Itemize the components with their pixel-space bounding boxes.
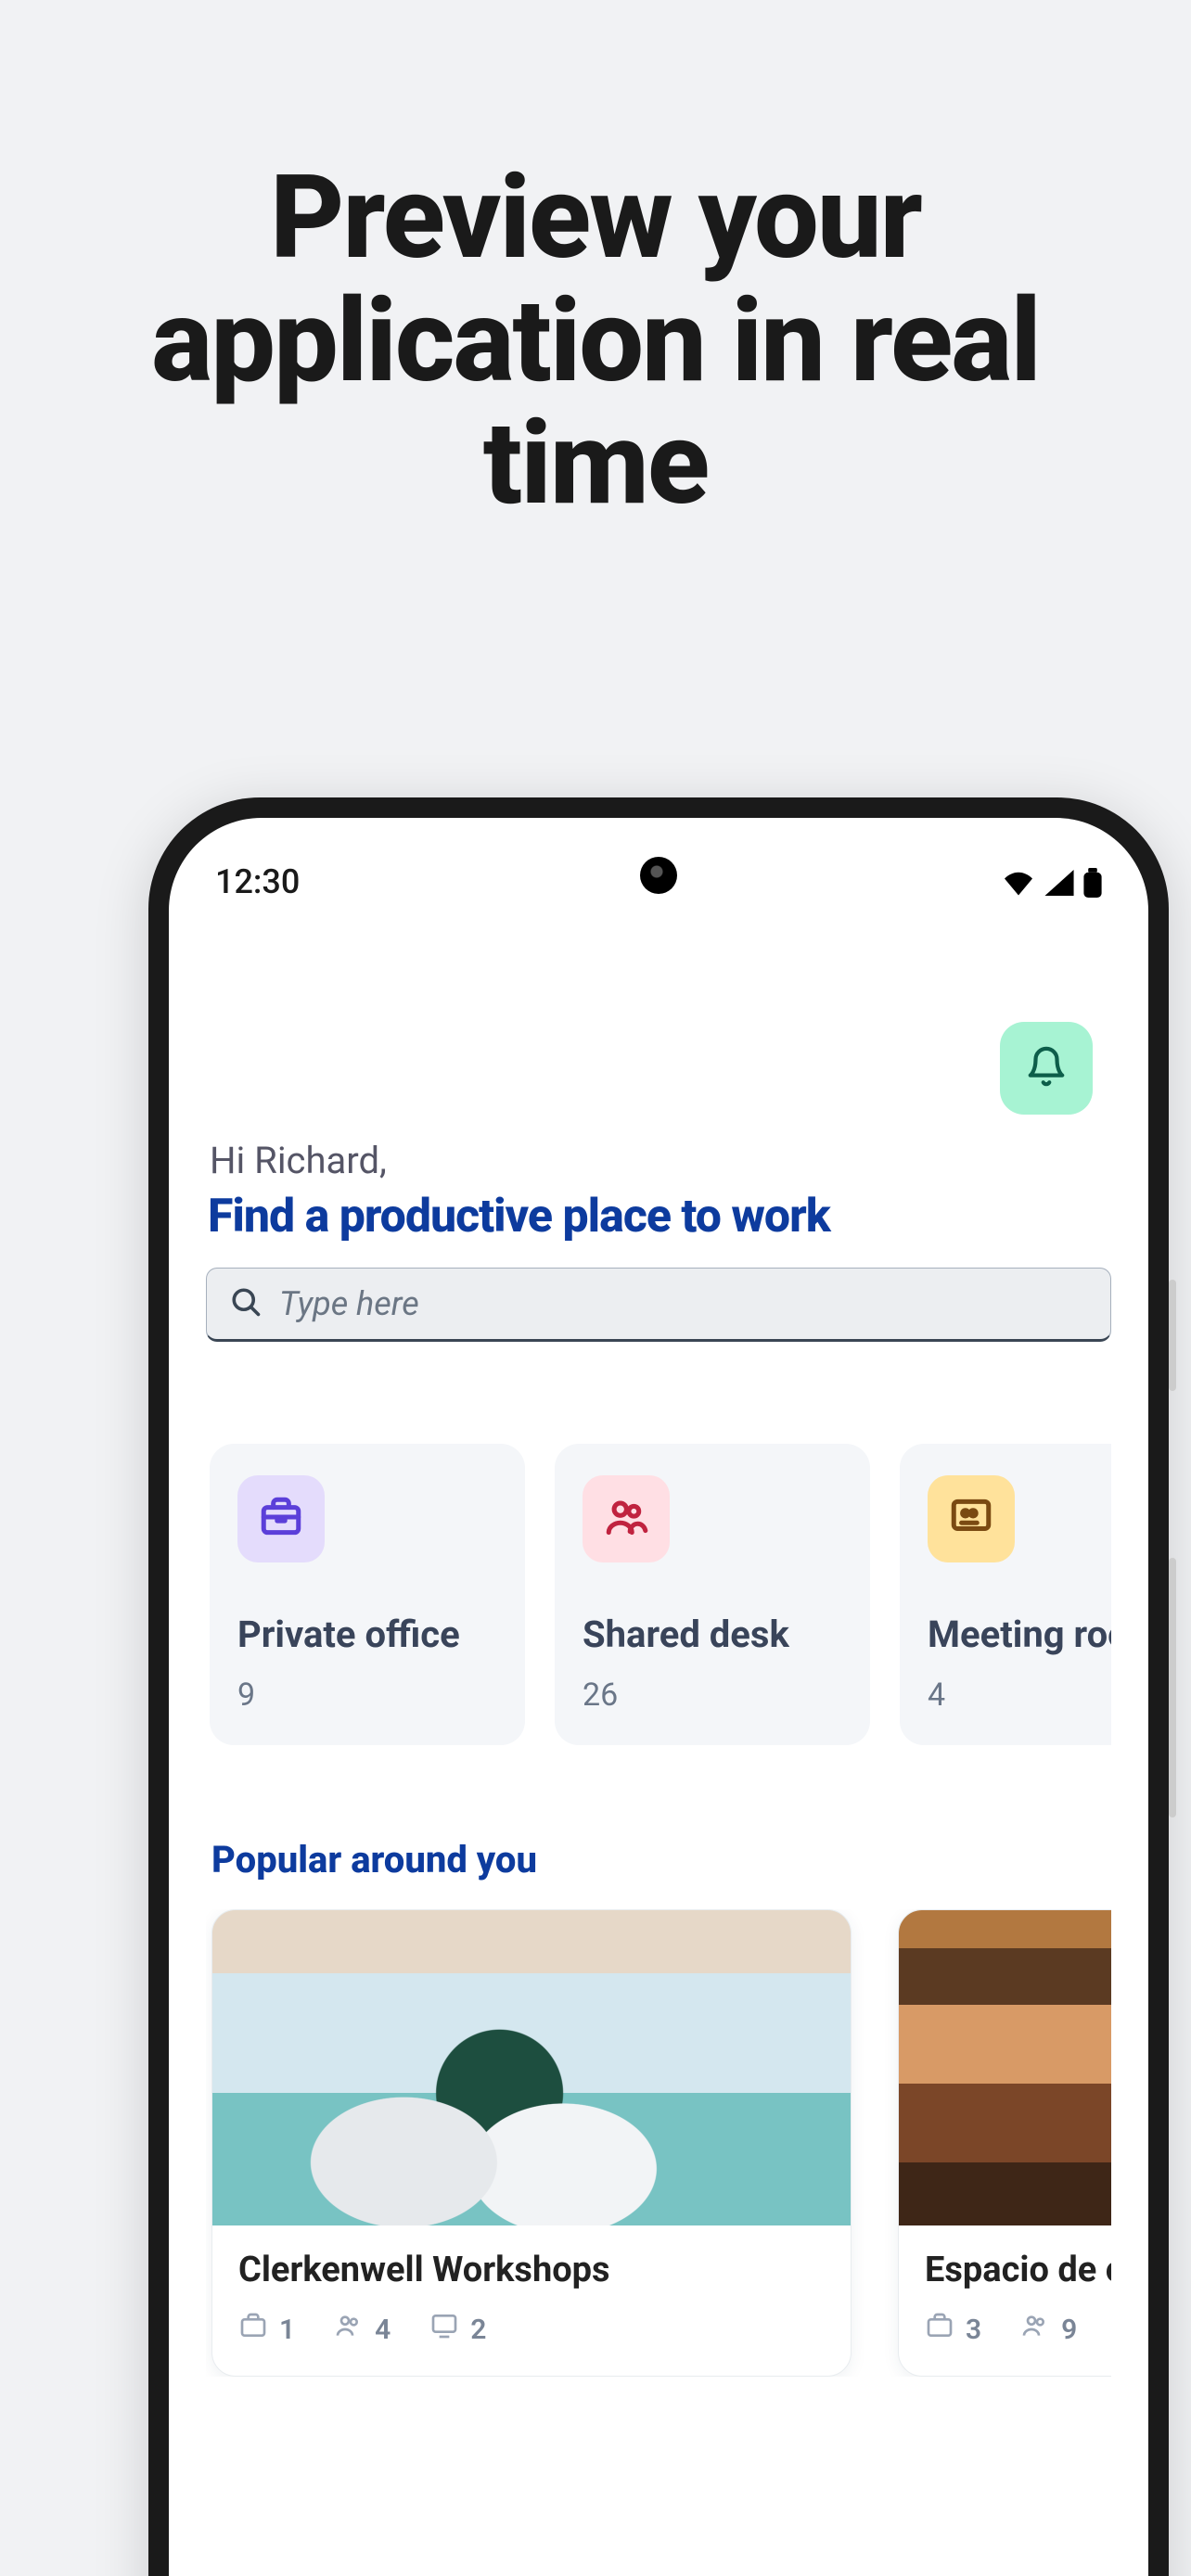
wifi-icon: [1002, 870, 1035, 899]
category-count: 9: [237, 1677, 497, 1714]
notifications-button[interactable]: [1000, 1022, 1093, 1115]
category-title: Shared desk: [583, 1613, 842, 1656]
phone-camera: [640, 857, 677, 894]
cellular-icon: [1044, 870, 1074, 899]
stat-office: 3: [925, 2311, 981, 2348]
category-count: 4: [928, 1677, 1111, 1714]
headline-text: Find a productive place to work: [208, 1190, 1111, 1243]
popular-image: [212, 1910, 851, 2225]
category-shared-desk[interactable]: Shared desk 26: [555, 1444, 870, 1745]
briefcase-icon: [238, 2311, 268, 2348]
stat-people: 9: [1020, 2311, 1077, 2348]
stat-office: 1: [238, 2311, 295, 2348]
stat-people: 4: [334, 2311, 391, 2348]
stat-rooms: 2: [429, 2311, 486, 2348]
popular-title: Clerkenwell Workshops: [238, 2250, 825, 2290]
search-placeholder: Type here: [279, 1284, 419, 1323]
bell-icon: [1025, 1045, 1068, 1091]
users-icon: [334, 2311, 364, 2348]
presentation-icon: [948, 1494, 994, 1544]
users-icon: [603, 1494, 649, 1544]
category-count: 26: [583, 1677, 842, 1714]
hero-title: Preview your application in real time: [109, 158, 1082, 527]
briefcase-icon: [258, 1494, 304, 1544]
category-private-office[interactable]: Private office 9: [210, 1444, 525, 1745]
popular-card-clerkenwell[interactable]: Clerkenwell Workshops 1 4: [211, 1909, 852, 2377]
popular-title: Espacio de ofi: [925, 2250, 1111, 2290]
section-popular-title: Popular around you: [211, 1838, 1111, 1881]
battery-icon: [1083, 868, 1102, 901]
presentation-icon: [429, 2311, 459, 2348]
search-icon: [229, 1285, 263, 1322]
phone-mockup: 12:30: [148, 797, 1169, 2576]
greeting-text: Hi Richard,: [210, 1139, 1111, 1182]
status-time: 12:30: [215, 862, 300, 901]
briefcase-icon: [925, 2311, 954, 2348]
category-title: Private office: [237, 1613, 497, 1656]
users-icon: [1020, 2311, 1050, 2348]
phone-side-button: [1169, 1280, 1176, 1391]
search-input[interactable]: Type here: [206, 1268, 1111, 1342]
phone-side-button: [1169, 1558, 1176, 1817]
popular-card-espacio[interactable]: Espacio de ofi 3 9: [898, 1909, 1111, 2377]
category-title: Meeting roo: [928, 1613, 1111, 1656]
popular-image: [899, 1910, 1111, 2225]
category-meeting-room[interactable]: Meeting roo 4: [900, 1444, 1111, 1745]
